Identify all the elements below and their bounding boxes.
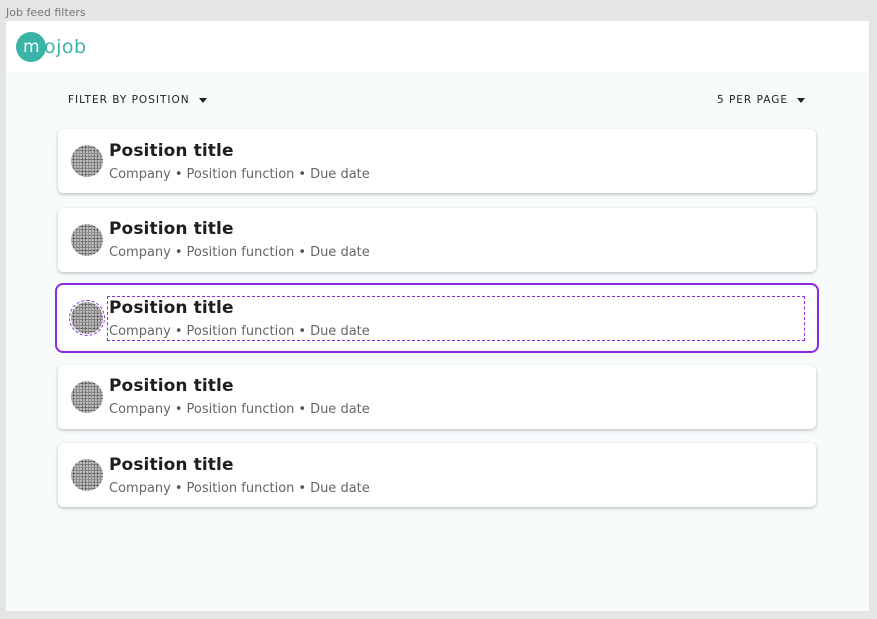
company-avatar	[71, 145, 103, 177]
logo-mark: m	[16, 31, 46, 62]
job-meta: Company • Position function • Due date	[109, 481, 370, 496]
job-card-selected[interactable]: Position title Company • Position function…	[55, 283, 819, 353]
company-name: Company	[109, 323, 171, 339]
bullet-separator: •	[174, 245, 183, 260]
job-card-text: Position title Company • Position function…	[107, 295, 805, 341]
bullet-separator: •	[174, 402, 183, 417]
company-avatar	[69, 300, 105, 336]
position-title: Position title	[109, 454, 234, 475]
bullet-separator: •	[174, 323, 183, 339]
brand-logo[interactable]: m ojob	[16, 31, 87, 62]
company-name: Company	[109, 245, 171, 260]
chevron-down-icon	[797, 97, 805, 103]
position-function: Position function	[186, 402, 295, 417]
due-date: Due date	[310, 480, 370, 496]
job-meta: Company • Position function • Due date	[109, 167, 370, 182]
job-card[interactable]: Position title Company • Position function…	[58, 129, 816, 193]
position-function: Position function	[186, 166, 295, 182]
company-avatar	[71, 459, 103, 491]
position-title: Position title	[109, 297, 234, 318]
job-card[interactable]: Position title Company • Position function…	[58, 207, 816, 272]
bullet-separator: •	[174, 480, 183, 496]
job-list: Position title Company • Position function…	[55, 129, 819, 522]
company-avatar	[71, 380, 103, 413]
job-meta: Company • Position function • Due date	[109, 402, 370, 417]
filter-by-position-dropdown[interactable]: FILTER BY POSITION	[68, 94, 207, 106]
position-title: Position title	[109, 219, 234, 239]
job-card-text: Position title Company • Position function…	[109, 455, 370, 496]
logo-wordmark: ojob	[44, 35, 87, 58]
bullet-separator: •	[298, 166, 307, 182]
filter-bar: FILTER BY POSITION 5 PER PAGE	[68, 94, 805, 106]
job-card-text: Position title Company • Position function…	[109, 219, 370, 260]
filter-by-position-label: FILTER BY POSITION	[68, 94, 190, 106]
per-page-dropdown[interactable]: 5 PER PAGE	[717, 94, 805, 106]
bullet-separator: •	[298, 480, 307, 496]
chevron-down-icon	[198, 97, 207, 103]
position-title: Position title	[109, 140, 234, 161]
company-avatar	[71, 223, 103, 256]
job-card[interactable]: Position title Company • Position function…	[58, 364, 816, 429]
position-title: Position title	[109, 376, 234, 396]
position-function: Position function	[186, 245, 295, 260]
due-date: Due date	[310, 323, 370, 339]
job-card-text: Position title Company • Position function…	[109, 141, 370, 182]
company-name: Company	[109, 480, 171, 496]
position-function: Position function	[186, 480, 295, 496]
job-meta: Company • Position function • Due date	[109, 245, 370, 260]
company-name: Company	[109, 402, 171, 417]
job-card-text: Position title Company • Position function…	[109, 376, 370, 417]
frame-label: Job feed filters	[6, 6, 86, 19]
due-date: Due date	[310, 166, 370, 182]
top-bar: m ojob	[6, 21, 869, 72]
per-page-label: 5 PER PAGE	[716, 94, 788, 106]
job-card[interactable]: Position title Company • Position function…	[58, 443, 816, 507]
bullet-separator: •	[298, 402, 307, 417]
due-date: Due date	[310, 245, 370, 260]
bullet-separator: •	[298, 245, 307, 260]
bullet-separator: •	[298, 323, 307, 339]
job-feed-page: m ojob FILTER BY POSITION 5 PER PAGE Pos…	[6, 21, 869, 611]
bullet-separator: •	[174, 166, 183, 182]
company-name: Company	[109, 166, 171, 182]
position-function: Position function	[186, 323, 295, 339]
due-date: Due date	[310, 402, 370, 417]
job-meta: Company • Position function • Due date	[109, 324, 803, 339]
